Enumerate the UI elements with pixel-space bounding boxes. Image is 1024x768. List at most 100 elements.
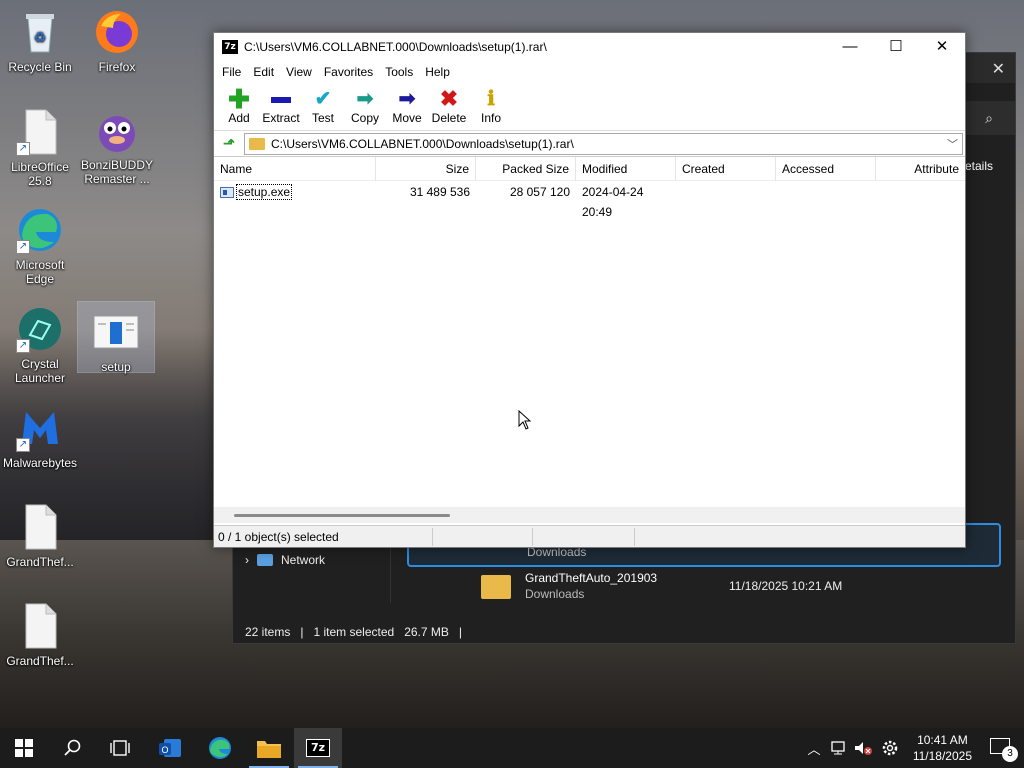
mouse-cursor-icon <box>518 409 532 433</box>
move-arrow-icon: ➡ <box>398 88 416 110</box>
list-item[interactable]: GrandTheftAuto_201903 Downloads 11/18/20… <box>407 565 1001 609</box>
test-label: Test <box>311 111 334 125</box>
7zip-app-icon: 7z <box>222 40 238 54</box>
taskbar-file-explorer[interactable] <box>245 728 293 768</box>
table-row[interactable]: setup.exe 31 489 536 28 057 120 2024-04-… <box>214 182 965 219</box>
column-attributes[interactable]: Attribute <box>876 157 965 181</box>
taskbar-edge[interactable] <box>196 728 244 768</box>
settings-gear-icon[interactable] <box>878 728 902 768</box>
network-icon[interactable] <box>828 728 850 768</box>
desktop-icon-crystal-launcher[interactable]: ↗ Crystal Launcher <box>2 305 78 385</box>
nav-item-network[interactable]: › Network <box>245 553 325 567</box>
task-view-button[interactable] <box>96 728 144 768</box>
desktop-icon-malwarebytes[interactable]: ↗ Malwarebytes <box>2 404 78 470</box>
desktop-icon-label: LibreOffice 25.8 <box>11 160 69 188</box>
column-packed-size[interactable]: Packed Size <box>476 157 576 181</box>
menu-tools[interactable]: Tools <box>381 65 421 79</box>
desktop-icon-firefox[interactable]: Firefox <box>79 8 155 74</box>
document-icon: ↗ <box>16 108 64 156</box>
column-accessed[interactable]: Accessed <box>776 157 876 181</box>
desktop-icon-label: Crystal Launcher <box>14 357 66 385</box>
column-modified[interactable]: Modified <box>576 157 676 181</box>
search-icon[interactable]: ⌕ <box>963 101 1015 135</box>
column-created[interactable]: Created <box>676 157 776 181</box>
desktop-icon-recycle-bin[interactable]: ♻ Recycle Bin <box>2 8 78 74</box>
taskbar-outlook[interactable]: O <box>146 728 194 768</box>
desktop-icon-libreoffice[interactable]: ↗ LibreOffice 25.8 <box>2 108 78 188</box>
column-size[interactable]: Size <box>376 157 476 181</box>
document-icon <box>16 602 64 650</box>
cell-packed-size: 28 057 120 <box>509 185 570 199</box>
menu-edit[interactable]: Edit <box>249 65 282 79</box>
shortcut-arrow-icon: ↗ <box>16 339 30 353</box>
chevron-right-icon[interactable]: › <box>245 553 249 567</box>
search-icon <box>64 739 81 756</box>
maximize-icon[interactable]: ☐ <box>873 33 919 61</box>
cell-size: 31 489 536 <box>409 185 470 199</box>
minimize-icon[interactable]: — <box>827 33 873 61</box>
close-icon[interactable]: ✕ <box>919 33 965 61</box>
item-date: 11/18/2025 10:21 AM <box>729 579 843 593</box>
up-folder-icon[interactable]: ⬏ <box>214 135 244 152</box>
desktop-icon-grandtheft-1[interactable]: GrandThef... <box>2 503 78 569</box>
scrollbar-thumb[interactable] <box>234 514 450 517</box>
explorer-nav-pane: › Network <box>233 543 391 603</box>
info-button[interactable]: ℹ Info <box>470 83 512 125</box>
horizontal-scrollbar[interactable] <box>214 507 965 523</box>
folder-icon <box>257 741 281 758</box>
status-divider <box>532 528 533 546</box>
copy-button[interactable]: ➡ Copy <box>344 83 386 125</box>
clock-date: 11/18/2025 <box>912 749 972 763</box>
test-button[interactable]: ✔ Test <box>302 83 344 125</box>
taskbar-7zip[interactable]: 7z <box>294 728 342 768</box>
folder-icon <box>249 137 265 150</box>
menu-file[interactable]: File <box>218 65 249 79</box>
edge-icon: ↗ <box>16 206 64 254</box>
desktop-icon-label: Malwarebytes <box>2 456 78 470</box>
add-button[interactable]: ✚ Add <box>218 83 260 125</box>
move-button[interactable]: ➡ Move <box>386 83 428 125</box>
taskbar: O 7z ︿ 10:41 AM 11/18/2025 3 <box>0 728 1024 768</box>
minus-icon <box>260 87 302 111</box>
folder-icon <box>481 575 511 599</box>
delete-button[interactable]: ✖ Delete <box>428 83 470 126</box>
7zip-app-icon: 7z <box>306 739 330 757</box>
item-location: Downloads <box>525 587 585 601</box>
close-icon[interactable]: ✕ <box>992 59 1005 79</box>
svg-text:O: O <box>161 745 168 755</box>
crystal-launcher-icon: ↗ <box>16 305 64 353</box>
status-divider <box>432 528 433 546</box>
system-clock[interactable]: 10:41 AM 11/18/2025 <box>913 732 972 764</box>
extract-button[interactable]: Extract <box>260 83 302 125</box>
7zip-titlebar[interactable]: 7z C:\Users\VM6.COLLABNET.000\Downloads\… <box>214 33 965 61</box>
volume-muted-icon[interactable] <box>852 728 874 768</box>
chevron-down-icon[interactable]: ﹀ <box>947 136 958 152</box>
details-button[interactable]: etails <box>965 159 993 173</box>
info-icon: ℹ <box>487 88 495 110</box>
menu-view[interactable]: View <box>282 65 320 79</box>
search-button[interactable] <box>48 728 96 768</box>
menu-favorites[interactable]: Favorites <box>320 65 381 79</box>
outlook-icon: O <box>159 739 181 757</box>
malwarebytes-icon: ↗ <box>16 404 64 452</box>
desktop-icon-grandtheft-2[interactable]: GrandThef... <box>2 602 78 668</box>
delete-label: Delete <box>431 111 467 125</box>
menu-help[interactable]: Help <box>421 65 458 79</box>
item-name: GrandTheftAuto_201903 <box>525 571 658 585</box>
start-button[interactable] <box>0 728 48 768</box>
chevron-up-icon[interactable]: ︿ <box>804 728 824 768</box>
window-title: C:\Users\VM6.COLLABNET.000\Downloads\set… <box>244 40 547 54</box>
task-view-icon <box>110 740 130 756</box>
column-name[interactable]: Name <box>214 157 376 181</box>
7zip-window[interactable]: 7z C:\Users\VM6.COLLABNET.000\Downloads\… <box>213 32 966 548</box>
address-input[interactable]: C:\Users\VM6.COLLABNET.000\Downloads\set… <box>244 132 963 155</box>
copy-label: Copy <box>350 111 379 125</box>
desktop-icon-bonzibuddy[interactable]: BonziBUDDY Remaster ... <box>79 106 155 186</box>
status-divider <box>634 528 635 546</box>
info-label: Info <box>480 111 501 125</box>
status-size: 26.7 MB <box>404 625 449 639</box>
desktop-icon-edge[interactable]: ↗ Microsoft Edge <box>2 206 78 286</box>
statusbar: 0 / 1 object(s) selected <box>214 525 965 547</box>
desktop-icon-setup[interactable]: setup <box>77 301 155 374</box>
add-label: Add <box>228 111 250 125</box>
